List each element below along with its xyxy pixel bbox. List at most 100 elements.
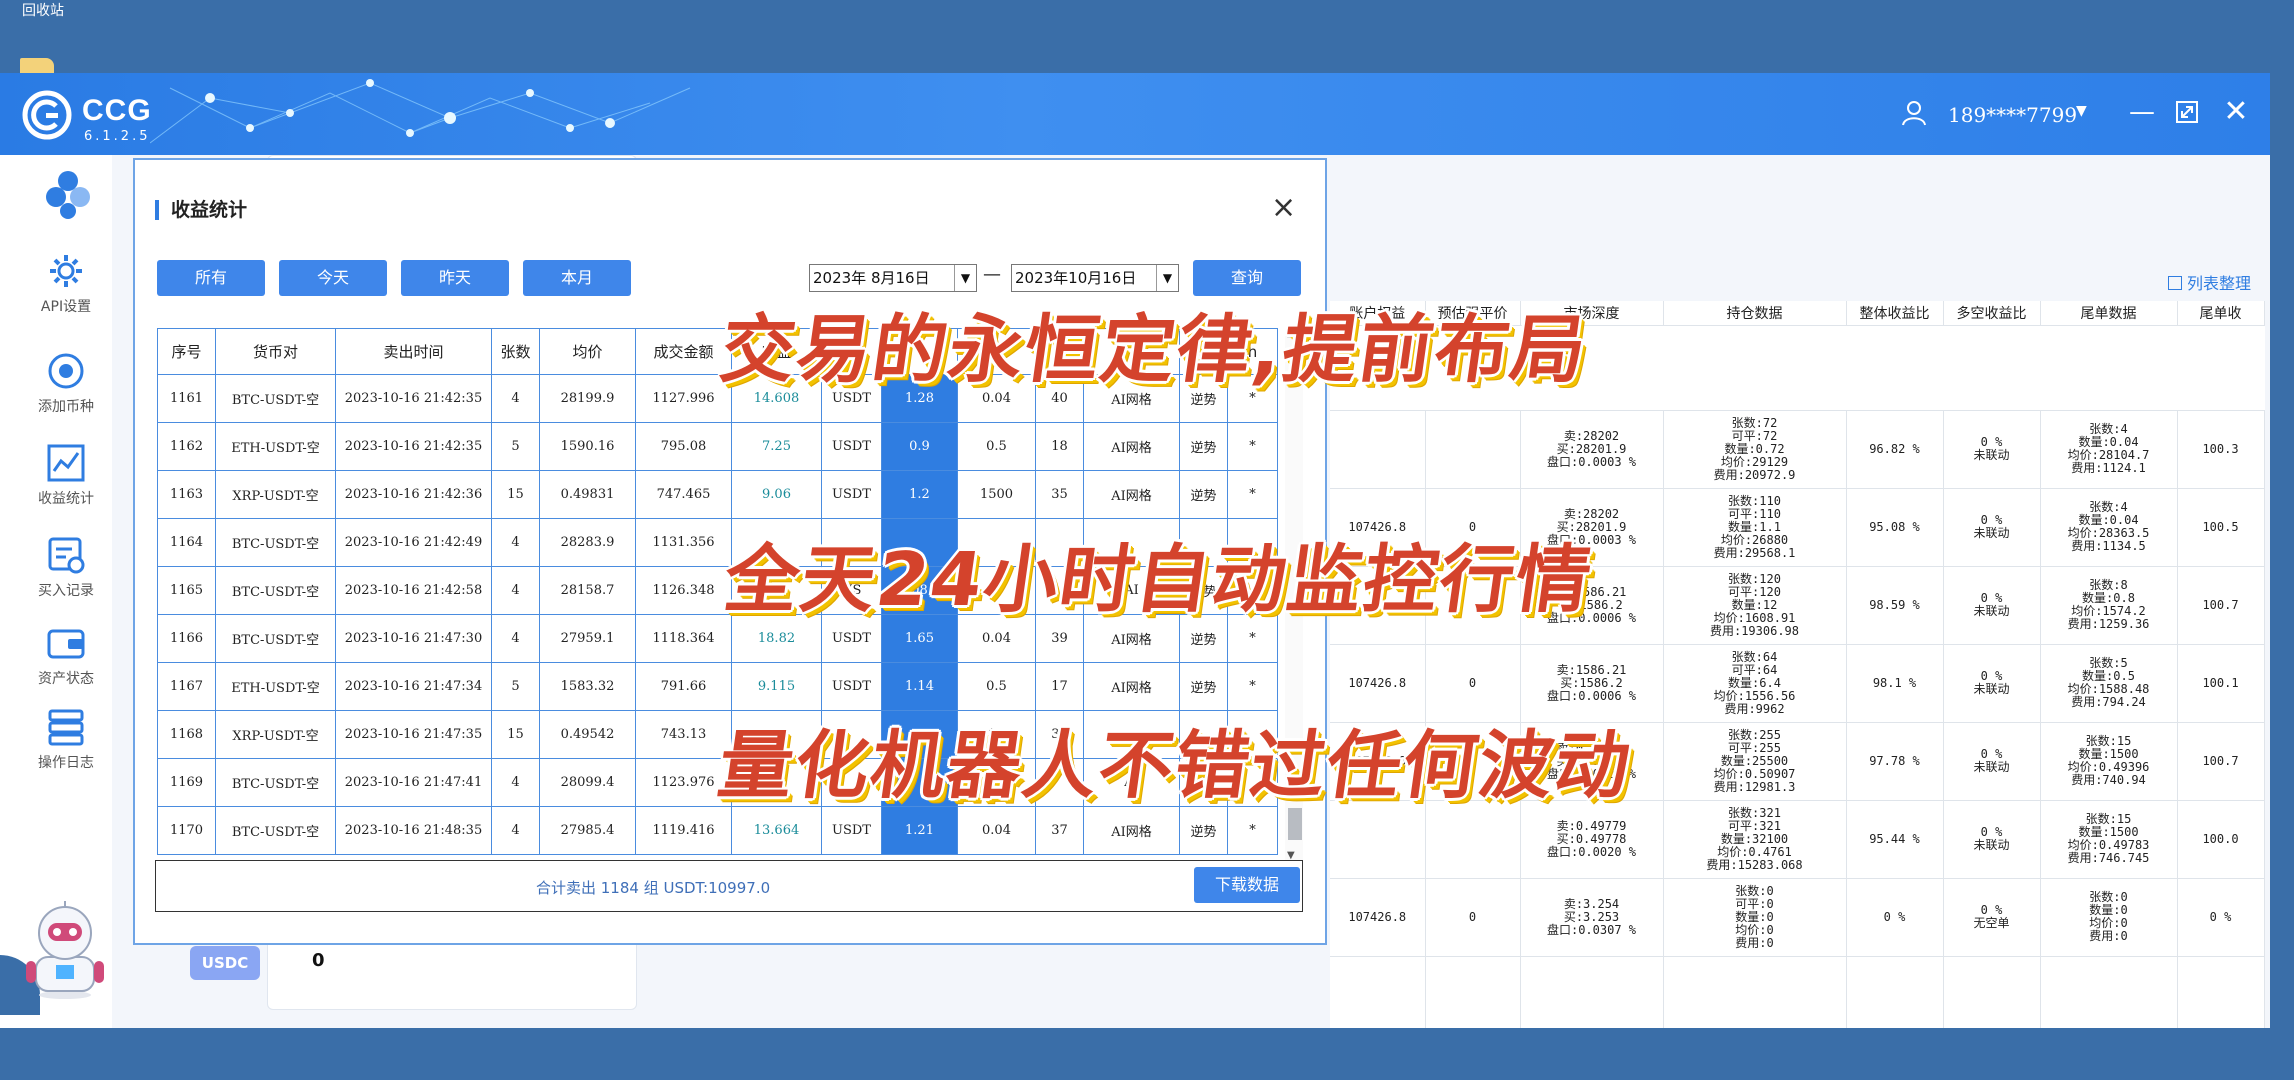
dialog-title: 收益统计 <box>155 200 247 220</box>
cell-line: 可平:64 <box>1731 662 1778 677</box>
date-to-picker[interactable]: 2023年10月16日 ▼ <box>1011 264 1179 292</box>
cell-line: 买:28201.9 <box>1556 441 1627 456</box>
recycle-bin-label[interactable]: 回收站 <box>22 0 64 20</box>
table-cell: * <box>1227 470 1278 519</box>
cell-line: 费用:12981.3 <box>1713 779 1796 794</box>
table-cell: 0.5 <box>957 422 1036 471</box>
filter-all-button[interactable]: 所有 <box>157 260 265 296</box>
column-header[interactable]: 均价 <box>539 328 636 375</box>
column-header[interactable]: 张数 <box>491 328 540 375</box>
table-row[interactable]: 1162 ETH-USDT-空 2023-10-16 21:42:35 5 1590.1… <box>157 422 1278 471</box>
sidebar-item-profit-stats[interactable]: 收益统计 <box>22 443 110 527</box>
table-cell-tail: 张数:8 数量:0.8 均价:1574.2 费用:1259.36 <box>2040 566 2178 645</box>
sidebar-item-asset-status[interactable]: 资产状态 <box>22 623 110 707</box>
cell-line: 费用:19306.98 <box>1709 623 1800 638</box>
sidebar-logo-icon <box>46 171 90 219</box>
table-row[interactable]: 1167 ETH-USDT-空 2023-10-16 21:47:34 5 1583.3… <box>157 662 1278 711</box>
cell-line: 费用:794.24 <box>2071 695 2146 709</box>
maximize-button[interactable] <box>2172 97 2202 127</box>
sidebar-item-operation-log[interactable]: 操作日志 <box>22 707 110 791</box>
table-cell: 0.5 <box>957 662 1036 711</box>
list-sort-button[interactable]: 列表整理 <box>2168 270 2251 294</box>
column-header[interactable]: 成交金额 <box>635 328 732 375</box>
table-cell-ls: 0 % 未联动 <box>1943 566 2041 645</box>
sidebar-item-buy-records[interactable]: 买入记录 <box>22 535 110 619</box>
cell-line: 卖:28202 <box>1563 428 1620 443</box>
date-from-picker[interactable]: 2023年 8月16日 ▼ <box>809 264 977 292</box>
table-cell-position: 张数:120 可平:120 数量:12 均价:1608.91 费用:19306.98 <box>1663 566 1847 645</box>
table-cell: 1162 <box>157 422 216 471</box>
chevron-down-icon[interactable]: ▼ <box>1156 265 1178 291</box>
column-header[interactable]: 序号 <box>157 328 216 375</box>
table-cell: 2023-10-16 21:47:30 <box>335 614 492 663</box>
column-header: 尾单收 <box>2177 301 2265 326</box>
filter-today-button[interactable]: 今天 <box>279 260 387 296</box>
table-row[interactable]: 1163 XRP-USDT-空 2023-10-16 21:42:36 15 0.498… <box>157 470 1278 519</box>
user-icon[interactable] <box>1900 99 1928 127</box>
table-cell: ETH-USDT-空 <box>215 422 336 471</box>
table-cell: 7.25 <box>731 422 822 471</box>
robot-assistant-icon[interactable] <box>22 901 108 1001</box>
table-row[interactable]: 1170 BTC-USDT-空 2023-10-16 21:48:35 4 27985.… <box>157 806 1278 855</box>
app-name: CCG <box>82 94 152 127</box>
table-cell: USDT <box>821 806 882 855</box>
table-cell: 0.49831 <box>539 470 636 519</box>
close-icon[interactable]: × <box>1271 190 1296 225</box>
usdc-badge: USDC <box>190 946 260 980</box>
table-cell-overall: 95.44 % <box>1846 800 1944 879</box>
table-row[interactable]: 卖:28202 买:28201.9 盘口:0.0003 % 张数:72 可平:72 数量:… <box>1330 410 2265 489</box>
date-from-value: 2023年 8月16日 <box>813 269 930 287</box>
cell-line: 未联动 <box>1973 526 2010 540</box>
minimize-button[interactable]: — <box>2128 95 2156 129</box>
table-cell: 1164 <box>157 518 216 567</box>
table-cell: 18 <box>1035 422 1084 471</box>
filter-yesterday-button[interactable]: 昨天 <box>401 260 509 296</box>
table-cell: 1.21 <box>881 806 958 855</box>
folder-icon[interactable] <box>20 58 54 74</box>
column-header: 多空收益比 <box>1943 301 2041 326</box>
table-cell-ls: 0 % 未联动 <box>1943 644 2041 723</box>
chevron-down-icon[interactable]: ▼ <box>954 265 976 291</box>
record-icon <box>48 537 85 574</box>
cell-line: 张数:0 <box>1735 883 1774 898</box>
caret-down-icon[interactable]: ▼ <box>2076 103 2087 119</box>
sidebar-item-add-coin[interactable]: 添加币种 <box>22 351 110 435</box>
table-cell: * <box>1227 422 1278 471</box>
cell-line: 费用:740.94 <box>2071 773 2146 787</box>
table-cell-tail-ret: 100.7 <box>2177 566 2265 645</box>
close-window-button[interactable]: ✕ <box>2219 95 2253 129</box>
table-cell: 5 <box>491 662 540 711</box>
table-cell-depth: 卖:28202 买:28201.9 盘口:0.0003 % <box>1520 410 1664 489</box>
table-cell: 5 <box>491 422 540 471</box>
table-row[interactable]: 107426.8 0 卖:3.254 买:3.253 盘口:0.0307 % 张数:0 可平… <box>1330 878 2265 957</box>
table-cell: 逆势 <box>1179 470 1228 519</box>
user-name[interactable]: 189****7799 <box>1948 103 2077 127</box>
table-cell: 15 <box>491 710 540 759</box>
cell-line: 费用:1259.36 <box>2067 617 2150 631</box>
table-cell: 4 <box>491 614 540 663</box>
cell-line: 卖:28202 <box>1563 506 1620 521</box>
table-cell <box>2177 956 2265 1028</box>
table-cell: 743.13 <box>635 710 732 759</box>
column-header[interactable]: 卖出时间 <box>335 328 492 375</box>
table-cell: 逆势 <box>1179 806 1228 855</box>
table-cell: USDT <box>821 422 882 471</box>
cell-line: 未联动 <box>1973 448 2010 462</box>
table-cell: 4 <box>491 374 540 423</box>
column-header: 持仓数据 <box>1663 301 1847 326</box>
filter-month-button[interactable]: 本月 <box>523 260 631 296</box>
cell-line: 盘口:0.0307 % <box>1546 922 1637 937</box>
table-cell: 0.49542 <box>539 710 636 759</box>
table-cell: 逆势 <box>1179 422 1228 471</box>
table-cell: 1161 <box>157 374 216 423</box>
cell-line: 无空单 <box>1973 916 2010 930</box>
column-header[interactable]: 货币对 <box>215 328 336 375</box>
table-cell: 1131.356 <box>635 518 732 567</box>
table-cell: 9.06 <box>731 470 822 519</box>
usdc-value: 0 <box>312 950 325 971</box>
sidebar-item-api-settings[interactable]: API设置 <box>22 251 110 335</box>
table-cell: * <box>1227 662 1278 711</box>
download-button[interactable]: 下载数据 <box>1194 867 1300 903</box>
table-cell-position: 张数:110 可平:110 数量:1.1 均价:26880 费用:29568.1 <box>1663 488 1847 567</box>
cell-line: 费用:20972.9 <box>1713 467 1796 482</box>
